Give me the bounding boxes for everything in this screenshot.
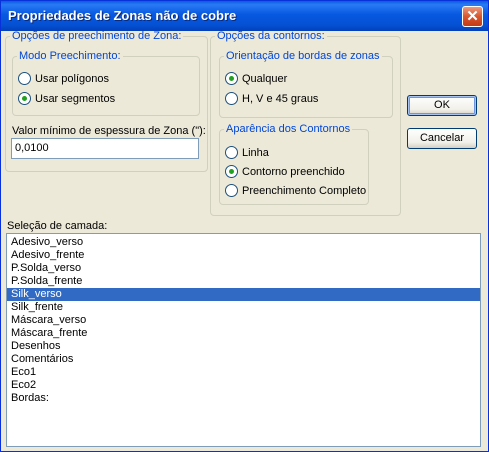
layer-selection-label: Seleção de camada: xyxy=(7,220,108,232)
radio-button-icon xyxy=(225,92,238,105)
close-button[interactable]: ✕ xyxy=(462,6,483,27)
contour-options-legend: Opções da contornos: xyxy=(217,30,325,42)
list-item[interactable]: Comentários xyxy=(7,353,480,366)
radio-use-segments[interactable]: Usar segmentos xyxy=(18,92,115,105)
list-item[interactable]: Bordas: xyxy=(7,392,480,405)
radio-button-icon xyxy=(225,146,238,159)
radio-filled-contour[interactable]: Contorno preenchido xyxy=(225,165,345,178)
list-item[interactable]: Eco2 xyxy=(7,379,480,392)
min-thickness-input[interactable]: 0,0100 xyxy=(11,138,199,159)
list-item[interactable]: P.Solda_frente xyxy=(7,275,480,288)
radio-any-orientation[interactable]: Qualquer xyxy=(225,72,287,85)
radio-line[interactable]: Linha xyxy=(225,146,269,159)
list-item[interactable]: Eco1 xyxy=(7,366,480,379)
radio-button-checked-icon xyxy=(225,72,238,85)
radio-label: Usar segmentos xyxy=(35,92,116,105)
radio-button-checked-icon xyxy=(18,92,31,105)
close-icon: ✕ xyxy=(466,8,479,25)
list-item[interactable]: P.Solda_verso xyxy=(7,262,480,275)
appearance-legend: Aparência dos Contornos xyxy=(226,123,351,135)
radio-label: Contorno preenchido xyxy=(242,165,345,178)
radio-button-icon xyxy=(225,184,238,197)
radio-use-polygons[interactable]: Usar polígonos xyxy=(18,72,109,85)
title-bar[interactable]: Propriedades de Zonas não de cobre ✕ xyxy=(1,1,488,31)
list-item[interactable]: Desenhos xyxy=(7,340,480,353)
window-title: Propriedades de Zonas não de cobre xyxy=(8,8,237,23)
radio-label: Preenchimento Completo xyxy=(242,184,367,197)
radio-label: H, V e 45 graus xyxy=(242,92,319,105)
list-item[interactable]: Adesivo_frente xyxy=(7,249,480,262)
layer-listbox[interactable]: Adesivo_verso Adesivo_frente P.Solda_ver… xyxy=(6,233,481,447)
dialog-window: Propriedades de Zonas não de cobre ✕ Opç… xyxy=(0,0,489,452)
orientation-legend: Orientação de bordas de zonas xyxy=(226,50,380,62)
list-item[interactable]: Máscara_frente xyxy=(7,327,480,340)
fill-mode-legend: Modo Preechimento: xyxy=(19,50,121,62)
cancel-button[interactable]: Cancelar xyxy=(407,128,477,149)
radio-label: Qualquer xyxy=(242,72,288,85)
radio-label: Usar polígonos xyxy=(35,72,109,85)
ok-button[interactable]: OK xyxy=(407,95,477,116)
radio-label: Linha xyxy=(242,146,269,159)
min-thickness-label: Valor mínimo de espessura de Zona ("): xyxy=(12,125,206,137)
list-item[interactable]: Máscara_verso xyxy=(7,314,480,327)
fill-options-legend: Opções de preechimento de Zona: xyxy=(12,30,182,42)
radio-hv45[interactable]: H, V e 45 graus xyxy=(225,92,318,105)
list-item-selected[interactable]: Silk_verso xyxy=(7,288,480,301)
radio-button-checked-icon xyxy=(225,165,238,178)
list-item[interactable]: Silk_frente xyxy=(7,301,480,314)
radio-full-fill[interactable]: Preenchimento Completo xyxy=(225,184,366,197)
radio-button-icon xyxy=(18,72,31,85)
list-item[interactable]: Adesivo_verso xyxy=(7,236,480,249)
